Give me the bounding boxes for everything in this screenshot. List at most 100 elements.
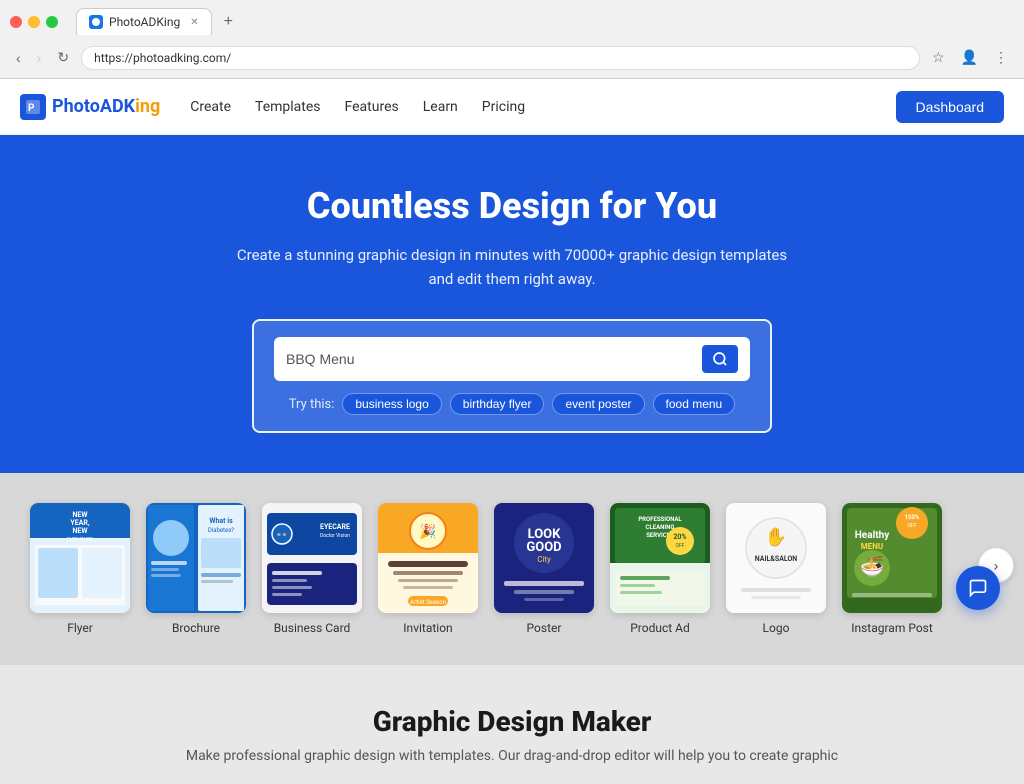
svg-text:P: P	[28, 103, 35, 114]
list-item[interactable]: PROFESSIONAL CLEANING SERVICES 20% OFF P…	[610, 503, 710, 635]
svg-text:NEW: NEW	[72, 527, 88, 535]
hero-subtitle: Create a stunning graphic design in minu…	[232, 243, 792, 291]
search-container: Try this: business logo birthday flyer e…	[252, 319, 772, 433]
back-button[interactable]: ‹	[12, 46, 25, 70]
nav-pricing[interactable]: Pricing	[482, 99, 525, 115]
minimize-dot[interactable]	[28, 16, 40, 28]
list-item[interactable]: NEW YEAR, NEW FURNITURE Flyer	[30, 503, 130, 635]
svg-text:PROFESSIONAL: PROFESSIONAL	[638, 516, 682, 523]
try-this-label: Try this:	[289, 397, 335, 412]
dashboard-button[interactable]: Dashboard	[896, 91, 1005, 123]
template-label-flyer: Flyer	[67, 621, 93, 635]
svg-text:Diabetes?: Diabetes?	[208, 527, 234, 534]
template-label-product: Product Ad	[630, 621, 690, 635]
template-thumb-flyer: NEW YEAR, NEW FURNITURE	[30, 503, 130, 613]
forward-button[interactable]: ›	[33, 46, 46, 70]
template-label-invitation: Invitation	[403, 621, 452, 635]
try-this-row: Try this: business logo birthday flyer e…	[274, 393, 750, 415]
bookmark-button[interactable]: ☆	[928, 45, 949, 70]
templates-scroll: NEW YEAR, NEW FURNITURE Flyer	[0, 493, 1024, 645]
chip-birthday-flyer[interactable]: birthday flyer	[450, 393, 545, 415]
template-thumb-poster: LOOK GOOD City	[494, 503, 594, 613]
template-thumb-logo: ✋ NAIL&SALON	[726, 503, 826, 613]
list-item[interactable]: 👓 EYECARE Doctor Vision Business Card	[262, 503, 362, 635]
menu-button[interactable]: ⋮	[990, 45, 1012, 70]
nav-features[interactable]: Features	[345, 99, 399, 115]
svg-text:Artist Season: Artist Season	[410, 599, 446, 606]
svg-text:150%: 150%	[905, 514, 920, 521]
svg-text:Doctor Vision: Doctor Vision	[320, 533, 350, 539]
search-button[interactable]	[702, 345, 738, 373]
svg-text:MENU: MENU	[861, 542, 883, 551]
svg-text:EYECARE: EYECARE	[320, 523, 350, 531]
tab-close-btn[interactable]: ✕	[190, 17, 198, 28]
template-thumb-invitation: 🎉 Artist Season	[378, 503, 478, 613]
list-item[interactable]: ✋ NAIL&SALON Logo	[726, 503, 826, 635]
search-input-row	[274, 337, 750, 381]
chat-icon	[968, 578, 988, 598]
browser-tab-bar: PhotoADKing ✕ +	[66, 8, 251, 35]
list-item[interactable]: 150% OFF Healthy MENU 🍜 Instagram Post	[842, 503, 942, 635]
new-tab-button[interactable]: +	[216, 9, 241, 35]
nav-templates[interactable]: Templates	[255, 99, 321, 115]
address-bar[interactable]: https://photoadking.com/	[81, 46, 920, 70]
nav-create[interactable]: Create	[190, 99, 231, 115]
nav-links: Create Templates Features Learn Pricing	[190, 99, 525, 115]
active-tab[interactable]: PhotoADKing ✕	[76, 8, 212, 35]
chip-business-logo[interactable]: business logo	[342, 393, 441, 415]
bottom-subtitle: Make professional graphic design with te…	[20, 748, 1004, 764]
browser-dots	[10, 16, 58, 28]
logo-icon: P	[20, 94, 46, 120]
list-item[interactable]: LOOK GOOD City Poster	[494, 503, 594, 635]
navbar-right: Dashboard	[896, 91, 1005, 123]
close-dot[interactable]	[10, 16, 22, 28]
logo[interactable]: P PhotoADKing	[20, 94, 160, 120]
browser-chrome: PhotoADKing ✕ + ‹ › ↻ https://photoadkin…	[0, 0, 1024, 79]
svg-text:FURNITURE: FURNITURE	[67, 537, 93, 543]
search-icon	[712, 351, 728, 367]
chip-event-poster[interactable]: event poster	[552, 393, 644, 415]
svg-text:Healthy: Healthy	[855, 530, 890, 541]
navbar: P PhotoADKing Create Templates Features …	[0, 79, 1024, 135]
template-thumb-product: PROFESSIONAL CLEANING SERVICES 20% OFF	[610, 503, 710, 613]
template-label-logo: Logo	[763, 621, 790, 635]
template-thumb-bizcard: 👓 EYECARE Doctor Vision	[262, 503, 362, 613]
template-label-poster: Poster	[527, 621, 562, 635]
profile-button[interactable]: 👤	[957, 45, 982, 70]
svg-text:OFF: OFF	[676, 543, 685, 549]
svg-text:NAIL&SALON: NAIL&SALON	[755, 555, 798, 563]
svg-text:What is: What is	[209, 517, 233, 525]
svg-text:🎉: 🎉	[419, 523, 436, 540]
url-text: https://photoadking.com/	[94, 51, 231, 65]
svg-text:20%: 20%	[673, 533, 686, 541]
chat-button[interactable]	[956, 566, 1000, 610]
list-item[interactable]: 🎉 Artist Season Invitation	[378, 503, 478, 635]
search-input[interactable]	[286, 351, 694, 367]
bottom-title: Graphic Design Maker	[20, 705, 1004, 738]
template-label-instagram: Instagram Post	[851, 621, 933, 635]
svg-text:👓: 👓	[276, 530, 288, 541]
template-label-brochure: Brochure	[172, 621, 220, 635]
hero-section: Countless Design for You Create a stunni…	[0, 135, 1024, 473]
tab-title: PhotoADKing	[109, 15, 180, 29]
nav-learn[interactable]: Learn	[423, 99, 458, 115]
svg-text:✋: ✋	[765, 526, 787, 548]
logo-text: PhotoADKing	[52, 96, 160, 117]
maximize-dot[interactable]	[46, 16, 58, 28]
svg-text:City: City	[537, 555, 551, 564]
bottom-section: Graphic Design Maker Make professional g…	[0, 665, 1024, 784]
svg-text:OFF: OFF	[908, 523, 917, 529]
refresh-button[interactable]: ↻	[53, 45, 73, 70]
svg-text:YEAR,: YEAR,	[70, 519, 89, 527]
browser-toolbar: ‹ › ↻ https://photoadking.com/ ☆ 👤 ⋮	[0, 41, 1024, 78]
tab-favicon	[89, 15, 103, 29]
chip-food-menu[interactable]: food menu	[653, 393, 736, 415]
svg-text:CLEANING: CLEANING	[646, 524, 675, 531]
template-thumb-brochure: What is Diabetes?	[146, 503, 246, 613]
template-label-bizcard: Business Card	[274, 621, 351, 635]
template-thumb-instagram: 150% OFF Healthy MENU 🍜	[842, 503, 942, 613]
hero-title: Countless Design for You	[20, 185, 1004, 227]
list-item[interactable]: What is Diabetes? Brochure	[146, 503, 246, 635]
svg-text:NEW: NEW	[72, 511, 88, 519]
browser-titlebar: PhotoADKing ✕ +	[0, 0, 1024, 41]
